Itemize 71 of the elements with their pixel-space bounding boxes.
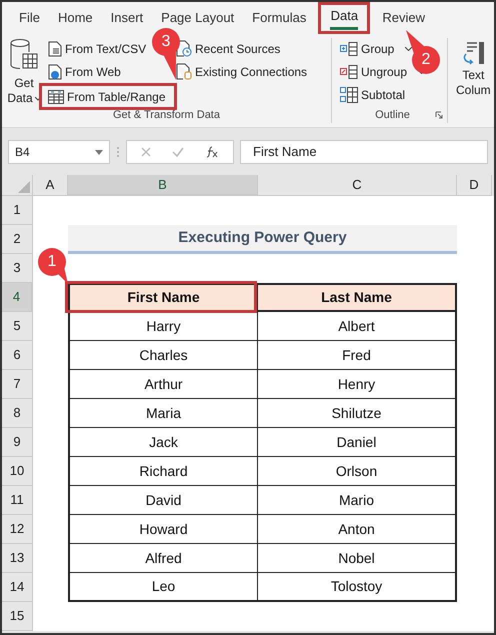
group-label: Get & Transform Data	[112, 108, 221, 123]
row-header[interactable]: 7	[2, 370, 33, 399]
row-header[interactable]: 8	[2, 399, 33, 428]
ribbon-button[interactable]: Existing Connections	[174, 61, 310, 82]
table-cell: Howard	[68, 515, 258, 544]
row-header[interactable]: 15	[2, 602, 33, 631]
table-cell: Maria	[68, 399, 258, 428]
ribbon-label[interactable]: Colum	[456, 83, 491, 98]
column-header[interactable]: D	[457, 175, 492, 196]
table-cell: Alfred	[68, 544, 258, 573]
table-header-cell: Last Name	[258, 283, 457, 312]
column-header[interactable]: B	[68, 175, 258, 196]
row-header[interactable]: 12	[2, 515, 33, 544]
name-box[interactable]: B4	[8, 140, 110, 164]
row-header[interactable]: 3	[2, 254, 33, 283]
document-cylinder-icon	[176, 63, 192, 80]
row-header[interactable]: 9	[2, 428, 33, 457]
row-header[interactable]: 1	[2, 196, 33, 225]
dropdown-caret-icon	[405, 46, 412, 50]
text-to-columns-icon	[461, 40, 486, 66]
column-header[interactable]: C	[258, 175, 457, 196]
menu-tab[interactable]: Data	[321, 5, 368, 31]
table-cell: Charles	[68, 341, 258, 370]
dropdown-caret-icon	[34, 96, 41, 100]
menu-tab[interactable]: Home	[48, 5, 102, 31]
table-cell: Henry	[258, 370, 457, 399]
dialog-launcher-icon[interactable]	[435, 111, 443, 119]
row-header[interactable]: 11	[2, 486, 33, 515]
document-lines-icon	[48, 40, 62, 56]
table-cell: Harry	[68, 312, 258, 341]
group-label: Outline	[375, 108, 410, 123]
row-header[interactable]: 14	[2, 573, 33, 602]
table-cell: Leo	[68, 573, 258, 602]
row-header[interactable]: 6	[2, 341, 33, 370]
table-icon	[48, 90, 64, 104]
menu-tab[interactable]: Review	[373, 5, 434, 31]
table-cell: Shilutze	[258, 399, 457, 428]
table-cell: Nobel	[258, 544, 457, 573]
menu-tab[interactable]: Formulas	[243, 5, 316, 31]
table-cell: Jack	[68, 428, 258, 457]
table-cell: Fred	[258, 341, 457, 370]
formula-bar[interactable]: First Name	[240, 140, 488, 164]
row-header[interactable]: 2	[2, 225, 33, 254]
ungroup-icon	[340, 64, 358, 78]
table-cell: Arthur	[68, 370, 258, 399]
table-cell: Albert	[258, 312, 457, 341]
sheet-title: Executing Power Query	[68, 225, 457, 254]
more-options-icon	[116, 146, 120, 158]
table-cell: Mario	[258, 486, 457, 515]
row-header[interactable]: 5	[2, 312, 33, 341]
menu-tab[interactable]: Page Layout	[152, 5, 244, 31]
table-cell: Orlson	[258, 457, 457, 486]
table-cell: Tolostoy	[258, 573, 457, 602]
document-globe-icon	[48, 64, 62, 80]
check-icon[interactable]	[172, 147, 184, 157]
row-header[interactable]: 4	[2, 283, 33, 312]
table-cell: Daniel	[258, 428, 457, 457]
menu-tab[interactable]: Insert	[102, 5, 152, 31]
column-header[interactable]: A	[33, 175, 68, 196]
table-cell: Anton	[258, 515, 457, 544]
table-cell: David	[68, 486, 258, 515]
ribbon-label[interactable]: Text	[462, 68, 484, 83]
row-header[interactable]: 10	[2, 457, 33, 486]
subtotal-icon	[340, 86, 358, 102]
menu-tab[interactable]: File	[10, 5, 49, 31]
row-header[interactable]: 13	[2, 544, 33, 573]
group-icon	[340, 42, 358, 56]
table-cell: Richard	[68, 457, 258, 486]
ribbon-button[interactable]: Subtotal	[338, 84, 447, 105]
dropdown-caret-icon[interactable]	[95, 150, 103, 154]
function-icon[interactable]	[204, 146, 219, 158]
